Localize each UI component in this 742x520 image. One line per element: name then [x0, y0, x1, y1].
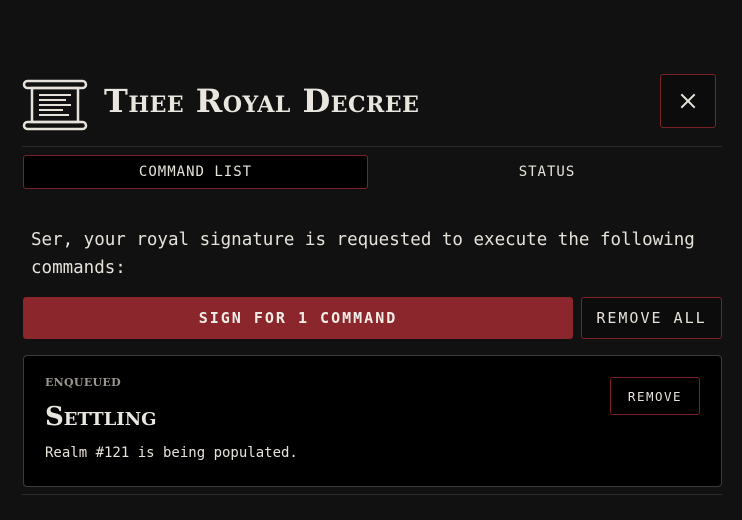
close-icon: [680, 93, 696, 109]
remove-all-button[interactable]: REMOVE ALL: [581, 297, 722, 339]
footer-divider: [22, 494, 722, 495]
tab-bar: COMMAND LIST STATUS: [22, 155, 722, 189]
scroll-icon: [22, 79, 88, 131]
close-button[interactable]: [660, 74, 716, 128]
modal-header: Thee Royal Decree: [22, 74, 722, 134]
command-title: Settling: [45, 402, 157, 432]
header-divider: [22, 146, 722, 147]
remove-command-button[interactable]: REMOVE: [610, 377, 700, 415]
command-description: Realm #121 is being populated.: [45, 445, 298, 461]
modal-title: Thee Royal Decree: [104, 82, 420, 120]
sign-commands-button[interactable]: SIGN FOR 1 COMMAND: [23, 297, 573, 339]
tab-status[interactable]: STATUS: [372, 155, 722, 189]
signature-request-text: Ser, your royal signature is requested t…: [31, 230, 695, 278]
command-status-label: ENQUEUED: [45, 376, 121, 389]
command-card: ENQUEUED Settling Realm #121 is being po…: [23, 355, 722, 487]
tab-command-list[interactable]: COMMAND LIST: [23, 155, 368, 189]
